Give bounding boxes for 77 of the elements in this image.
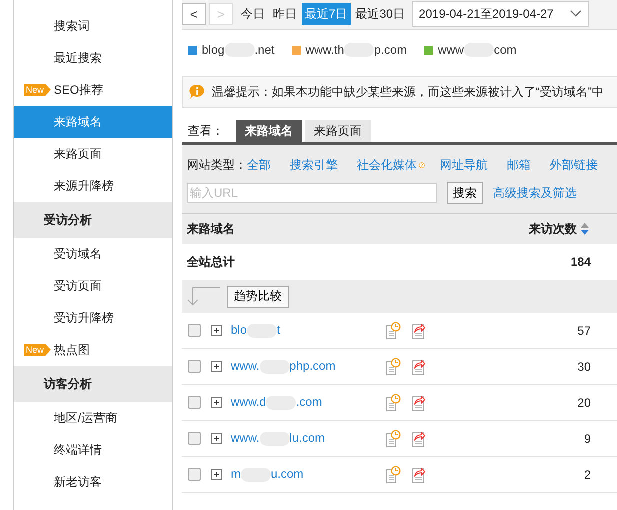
chevron-down-icon — [570, 10, 582, 18]
sidebar-group-header: 访客分析 — [14, 366, 172, 402]
site-type-link[interactable]: 社会化媒体 — [357, 156, 417, 174]
share-document-icon[interactable] — [412, 358, 427, 376]
sidebar-item[interactable]: 搜索词 — [54, 18, 90, 34]
site-type-link[interactable]: 外部链接 — [550, 156, 598, 174]
sidebar-item[interactable]: 受访页面 — [54, 278, 102, 294]
date-range-tab[interactable]: 今日 — [238, 3, 268, 25]
sidebar-item[interactable]: 新老访客 — [54, 474, 102, 490]
previous-button[interactable]: < — [182, 3, 206, 25]
sidebar-item[interactable]: 终端详情 — [54, 442, 102, 458]
expand-icon[interactable] — [211, 433, 222, 444]
warning-icon — [189, 84, 206, 100]
expand-icon[interactable] — [211, 397, 222, 408]
date-range-tab[interactable]: 最近30日 — [352, 3, 408, 25]
date-range-tab[interactable]: 昨日 — [270, 3, 300, 25]
view-tab[interactable]: 来路页面 — [305, 120, 371, 142]
legend-label: www.th p.com — [306, 42, 408, 58]
share-document-icon[interactable] — [412, 466, 427, 484]
site-type-link[interactable]: 邮箱 — [507, 156, 531, 174]
domain-link[interactable]: www.d .com — [231, 395, 376, 410]
trend-compare-button[interactable]: 趋势比较 — [227, 286, 289, 308]
expand-icon[interactable] — [211, 361, 222, 372]
visits-cell: 9 — [584, 432, 591, 446]
sidebar-item[interactable]: 受访域名 — [54, 246, 102, 262]
expand-icon[interactable] — [211, 325, 222, 336]
column-header: 来路域名 — [187, 220, 235, 238]
sidebar-item[interactable]: 来源升降榜 — [54, 178, 114, 194]
sidebar-item[interactable]: 最近搜索 — [54, 50, 102, 66]
sidebar-item[interactable]: 热点图 — [54, 342, 90, 358]
clock-document-icon[interactable] — [386, 358, 401, 376]
url-input-field[interactable]: 输入URL — [187, 183, 437, 203]
new-badge: New — [24, 84, 52, 96]
sidebar-item[interactable]: 地区/运营商 — [54, 410, 118, 426]
clock-document-icon[interactable] — [386, 394, 401, 412]
corner-arrow-icon — [187, 286, 221, 306]
site-type-link[interactable]: 搜索引擎 — [290, 156, 338, 174]
sidebar-item[interactable]: 受访升降榜 — [54, 310, 114, 326]
sidebar-item[interactable]: SEO推荐 — [54, 82, 104, 98]
sidebar-item[interactable]: 来路页面 — [54, 146, 102, 162]
visits-cell: 30 — [578, 360, 591, 374]
share-document-icon[interactable] — [412, 430, 427, 448]
row-checkbox[interactable] — [188, 468, 201, 481]
date-range-dropdown[interactable]: 2019-04-21至2019-04-27 — [412, 1, 589, 27]
clock-document-icon[interactable] — [386, 430, 401, 448]
view-label: 查看： — [188, 122, 224, 140]
sidebar-group-header: 受访分析 — [14, 202, 172, 238]
notice-text: 温馨提示：如果本功能中缺少某些来源，而这些来源被计入了“受访域名”中 — [212, 84, 604, 100]
clock-document-icon[interactable] — [386, 322, 401, 340]
total-label: 全站总计 — [187, 254, 235, 270]
row-checkbox[interactable] — [188, 324, 201, 337]
domain-link[interactable]: www. php.com — [231, 359, 376, 374]
domain-link[interactable]: m u.com — [231, 467, 376, 482]
new-badge: New — [24, 344, 52, 356]
share-document-icon[interactable] — [412, 394, 427, 412]
row-checkbox[interactable] — [188, 360, 201, 373]
search-button[interactable]: 搜索 — [447, 182, 483, 204]
visits-cell: 57 — [578, 324, 591, 338]
expand-icon[interactable] — [211, 469, 222, 480]
site-type-link[interactable]: 全部 — [247, 156, 271, 174]
view-tab[interactable]: 来路域名 — [236, 120, 302, 142]
legend-label: www com — [438, 42, 517, 58]
share-document-icon[interactable] — [412, 322, 427, 340]
row-checkbox[interactable] — [188, 396, 201, 409]
column-header[interactable]: 来访次数 — [529, 220, 577, 238]
visits-cell: 20 — [578, 396, 591, 410]
row-checkbox[interactable] — [188, 432, 201, 445]
domain-link[interactable]: blo t — [231, 323, 376, 338]
visits-cell: 2 — [584, 468, 591, 482]
legend-label: blog .net — [202, 42, 275, 58]
total-value: 184 — [570, 255, 591, 269]
domain-link[interactable]: www. lu.com — [231, 431, 376, 446]
sort-icon[interactable] — [581, 223, 589, 235]
clock-document-icon[interactable] — [386, 466, 401, 484]
advanced-search-link[interactable]: 高级搜索及筛选 — [493, 184, 577, 202]
filter-label: 网站类型： — [187, 156, 247, 174]
site-type-link[interactable]: 网址导航 — [440, 156, 488, 174]
